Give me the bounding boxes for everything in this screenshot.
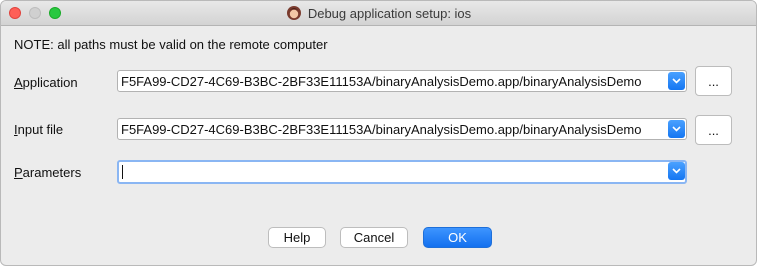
ok-button[interactable]: OK bbox=[423, 227, 492, 248]
input-file-browse-button[interactable]: ... bbox=[695, 115, 732, 145]
paths-note: NOTE: all paths must be valid on the rem… bbox=[14, 37, 328, 52]
chevron-down-icon bbox=[672, 78, 681, 84]
parameters-dropdown-button[interactable] bbox=[668, 162, 685, 180]
parameters-label: Parameters bbox=[14, 165, 82, 180]
parameters-combo[interactable] bbox=[117, 160, 687, 184]
application-label: Application bbox=[14, 75, 78, 90]
cancel-button[interactable]: Cancel bbox=[340, 227, 408, 248]
input-file-dropdown-button[interactable] bbox=[668, 120, 685, 138]
debugger-app-icon bbox=[286, 6, 301, 20]
input-file-label: Input file bbox=[14, 122, 64, 137]
chevron-down-icon bbox=[672, 168, 681, 174]
application-dropdown-button[interactable] bbox=[668, 72, 685, 90]
application-path-combo[interactable]: F5FA99-CD27-4C69-B3BC-2BF33E11153A/binar… bbox=[117, 70, 687, 92]
input-file-combo[interactable]: F5FA99-CD27-4C69-B3BC-2BF33E11153A/binar… bbox=[117, 118, 687, 140]
application-path-value: F5FA99-CD27-4C69-B3BC-2BF33E11153A/binar… bbox=[121, 74, 642, 89]
application-browse-button[interactable]: ... bbox=[695, 66, 732, 96]
text-cursor bbox=[122, 165, 123, 179]
help-button[interactable]: Help bbox=[268, 227, 326, 248]
debug-setup-dialog: Debug application setup: ios NOTE: all p… bbox=[0, 0, 757, 266]
window-title: Debug application setup: ios bbox=[307, 5, 472, 21]
chevron-down-icon bbox=[672, 126, 681, 132]
input-file-value: F5FA99-CD27-4C69-B3BC-2BF33E11153A/binar… bbox=[121, 122, 642, 137]
title-bar: Debug application setup: ios bbox=[1, 1, 756, 26]
